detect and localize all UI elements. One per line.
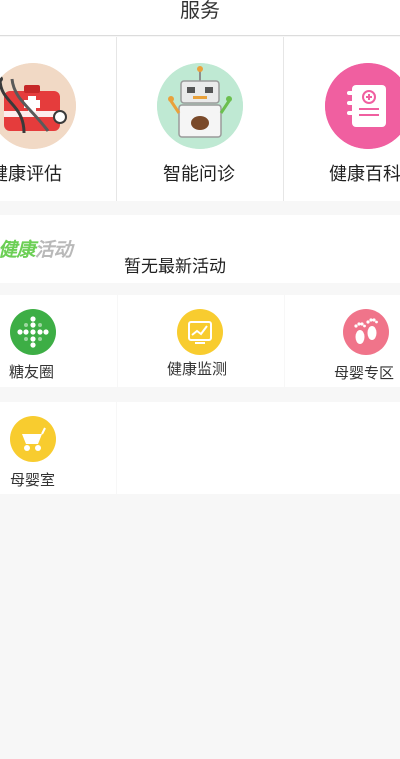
baby-stroller-icon: [10, 416, 56, 462]
health-activity-section: 健康活动 暂无最新活动: [0, 215, 400, 283]
grid-item-label: 母婴室: [10, 471, 56, 489]
services-row: 健康评估 智能问诊: [0, 37, 400, 201]
medical-book-icon: [325, 63, 400, 149]
grid-item-label: 糖友圈: [9, 363, 55, 381]
top-bar: 服务: [0, 0, 400, 36]
robot-doctor-icon: [157, 63, 243, 149]
service-label: 智能问诊: [163, 164, 235, 185]
monitor-chart-icon: [177, 309, 223, 355]
service-health-assessment[interactable]: 健康评估: [0, 37, 117, 201]
grid-empty-cell: [117, 402, 400, 494]
service-smart-consult[interactable]: 智能问诊: [117, 37, 284, 201]
grid-item-health-monitor[interactable]: 健康监测: [118, 295, 284, 387]
baby-feet-icon: [343, 309, 389, 355]
grid-item-nursing-room[interactable]: 母婴室: [0, 402, 116, 494]
no-activity-text: 暂无最新活动: [124, 257, 226, 277]
health-activity-logo: 健康活动: [0, 235, 73, 262]
grid-item-label: 健康监测: [167, 360, 228, 378]
logo-part-activity: 活动: [35, 239, 73, 261]
service-label: 健康百科: [329, 164, 400, 185]
page-title: 服务: [180, 0, 220, 22]
grid-item-sugar-circle[interactable]: 糖友圈: [0, 295, 117, 387]
service-health-encyclopedia[interactable]: 健康百科: [284, 37, 400, 201]
first-aid-kit-icon: [0, 63, 76, 149]
service-label: 健康评估: [0, 164, 62, 185]
grid-item-label: 母婴专区: [334, 364, 395, 382]
logo-part-health: 健康: [0, 239, 36, 261]
grid-item-mother-baby-zone[interactable]: 母婴专区: [285, 295, 400, 387]
plus-cross-icon: [10, 309, 56, 355]
